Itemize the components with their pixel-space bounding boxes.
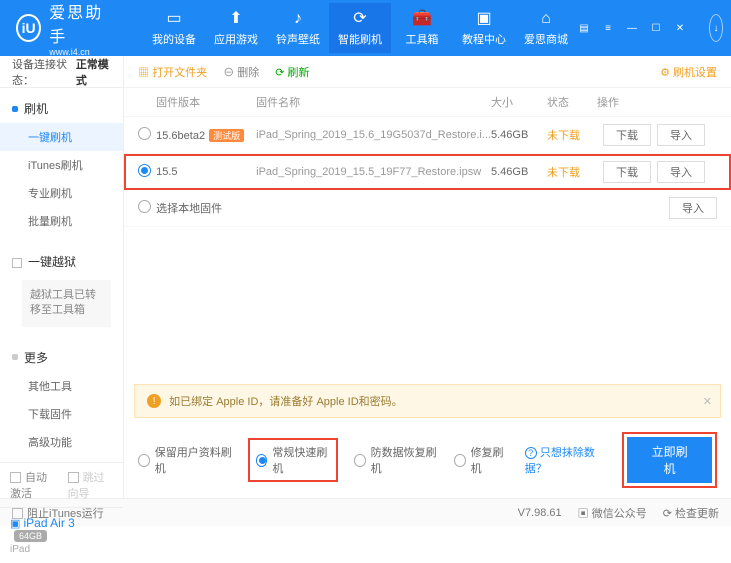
nav-icon: ⟳ xyxy=(329,9,391,29)
nav-智能刷机[interactable]: ⟳智能刷机 xyxy=(329,3,391,53)
radio-mode[interactable] xyxy=(354,454,366,467)
nav-铃声壁纸[interactable]: ♪铃声壁纸 xyxy=(267,3,329,53)
firmware-name: iPad_Spring_2019_15.6_19G5037d_Restore.i… xyxy=(256,129,491,141)
state: 未下载 xyxy=(547,127,597,143)
maximize-icon[interactable]: ☐ xyxy=(649,23,663,34)
nav-工具箱[interactable]: 🧰工具箱 xyxy=(391,3,453,53)
radio-mode[interactable] xyxy=(138,454,150,467)
delete-button[interactable]: ⊖ 删除 xyxy=(223,64,259,80)
auto-activate-checkbox[interactable]: 自动激活 xyxy=(10,469,56,501)
open-folder-button[interactable]: ▦ 打开文件夹 xyxy=(138,64,207,80)
nav-爱思商城[interactable]: ⌂爱思商城 xyxy=(515,3,577,53)
jailbreak-note: 越狱工具已转移至工具箱 xyxy=(22,280,111,327)
sidebar-item-一键刷机[interactable]: 一键刷机 xyxy=(0,123,123,151)
menu-icon[interactable]: ▤ xyxy=(577,23,591,34)
firmware-row[interactable]: 15.6beta2测试版iPad_Spring_2019_15.6_19G503… xyxy=(124,117,731,154)
group-jailbreak[interactable]: 一键越狱 xyxy=(0,247,123,276)
nav-icon: ⬆ xyxy=(205,9,267,29)
download-icon[interactable]: ↓ xyxy=(709,14,723,42)
group-flash[interactable]: 刷机 xyxy=(0,94,123,123)
nav-icon: ⌂ xyxy=(515,9,577,29)
sidebar: 设备连接状态： 正常模式 刷机 一键刷机iTunes刷机专业刷机批量刷机 一键越… xyxy=(0,56,124,498)
version: 15.5 xyxy=(156,166,256,178)
logo-icon: iU xyxy=(16,14,41,42)
nav-icon: ▭ xyxy=(143,9,205,29)
table-header: 固件版本 固件名称 大小 状态 操作 xyxy=(124,88,731,117)
size: 5.46GB xyxy=(491,166,547,178)
nav-icon: ▣ xyxy=(453,9,515,29)
nav-icon: ♪ xyxy=(267,9,329,29)
local-firmware-row[interactable]: 选择本地固件 导入 xyxy=(124,190,731,227)
sidebar-item-下载固件[interactable]: 下载固件 xyxy=(0,400,123,428)
lock-icon xyxy=(12,258,22,268)
device-model: iPad xyxy=(10,544,113,555)
flash-mode-2[interactable]: 防数据恢复刷机 xyxy=(354,444,438,476)
nav-icon: 🧰 xyxy=(391,9,453,29)
group-more[interactable]: 更多 xyxy=(0,343,123,372)
minimize-icon[interactable]: — xyxy=(625,23,639,34)
skip-guide-checkbox[interactable]: 跳过向导 xyxy=(68,469,114,501)
sidebar-item-其他工具[interactable]: 其他工具 xyxy=(0,372,123,400)
brand: 爱思助手 www.i4.cn xyxy=(49,0,113,57)
import-button[interactable]: 导入 xyxy=(657,124,705,146)
sidebar-item-专业刷机[interactable]: 专业刷机 xyxy=(0,179,123,207)
appleid-notice: ! 如已绑定 Apple ID，请准备好 Apple ID和密码。 ✕ xyxy=(134,384,721,418)
firmware-row[interactable]: 15.5iPad_Spring_2019_15.5_19F77_Restore.… xyxy=(124,154,731,190)
firmware-name: iPad_Spring_2019_15.5_19F77_Restore.ipsw xyxy=(256,166,491,178)
flash-options: 保留用户资料刷机常规快速刷机防数据恢复刷机修复刷机? 只想抹除数据？立即刷机 xyxy=(124,424,731,498)
close-icon[interactable]: ✕ xyxy=(673,23,687,34)
sidebar-item-批量刷机[interactable]: 批量刷机 xyxy=(0,207,123,235)
radio-mode[interactable] xyxy=(256,454,268,467)
help-icon[interactable]: ? xyxy=(525,447,537,459)
brand-name: 爱思助手 xyxy=(49,0,113,47)
titlebar: iU 爱思助手 www.i4.cn ▭我的设备⬆应用游戏♪铃声壁纸⟳智能刷机🧰工… xyxy=(0,0,731,56)
download-button[interactable]: 下载 xyxy=(603,161,651,183)
nav-应用游戏[interactable]: ⬆应用游戏 xyxy=(205,3,267,53)
connection-status: 设备连接状态： 正常模式 xyxy=(0,56,123,88)
flash-mode-1[interactable]: 常规快速刷机 xyxy=(248,438,338,482)
nav-教程中心[interactable]: ▣教程中心 xyxy=(453,3,515,53)
import-local-button[interactable]: 导入 xyxy=(669,197,717,219)
wechat-link[interactable]: ▣ 微信公众号 xyxy=(578,505,647,521)
main-panel: ▦ 打开文件夹 ⊖ 删除 ⟳ 刷新 ⚙ 刷机设置 固件版本 固件名称 大小 状态… xyxy=(124,56,731,498)
version-label: V7.98.61 xyxy=(518,507,562,519)
list-icon[interactable]: ≡ xyxy=(601,23,615,34)
flash-settings-button[interactable]: ⚙ 刷机设置 xyxy=(660,64,717,80)
brand-url: www.i4.cn xyxy=(49,47,113,57)
toolbar: ▦ 打开文件夹 ⊖ 删除 ⟳ 刷新 ⚙ 刷机设置 xyxy=(124,56,731,88)
version: 15.6beta2测试版 xyxy=(156,129,256,142)
nav-我的设备[interactable]: ▭我的设备 xyxy=(143,3,205,53)
notice-close-icon[interactable]: ✕ xyxy=(703,395,712,408)
sidebar-item-iTunes刷机[interactable]: iTunes刷机 xyxy=(0,151,123,179)
sidebar-item-高级功能[interactable]: 高级功能 xyxy=(0,428,123,456)
status-value: 正常模式 xyxy=(76,56,111,88)
block-itunes-checkbox[interactable]: 阻止iTunes运行 xyxy=(12,505,104,521)
flash-now-button[interactable]: 立即刷机 xyxy=(627,437,712,483)
window-controls: ▤ ≡ — ☐ ✕ ↓ xyxy=(577,14,723,42)
flash-mode-0[interactable]: 保留用户资料刷机 xyxy=(138,444,232,476)
warning-icon: ! xyxy=(147,394,161,408)
radio-firmware[interactable] xyxy=(138,127,151,140)
device-storage: 64GB xyxy=(14,530,47,542)
refresh-button[interactable]: ⟳ 刷新 xyxy=(275,64,309,80)
top-nav: ▭我的设备⬆应用游戏♪铃声壁纸⟳智能刷机🧰工具箱▣教程中心⌂爱思商城 xyxy=(143,3,577,53)
flash-mode-3[interactable]: 修复刷机 xyxy=(454,444,509,476)
radio-local[interactable] xyxy=(138,200,151,213)
check-update-link[interactable]: ⟳ 检查更新 xyxy=(663,505,719,521)
download-button[interactable]: 下载 xyxy=(603,124,651,146)
radio-mode[interactable] xyxy=(454,454,466,467)
import-button[interactable]: 导入 xyxy=(657,161,705,183)
radio-firmware[interactable] xyxy=(138,164,151,177)
size: 5.46GB xyxy=(491,129,547,141)
state: 未下载 xyxy=(547,164,597,180)
